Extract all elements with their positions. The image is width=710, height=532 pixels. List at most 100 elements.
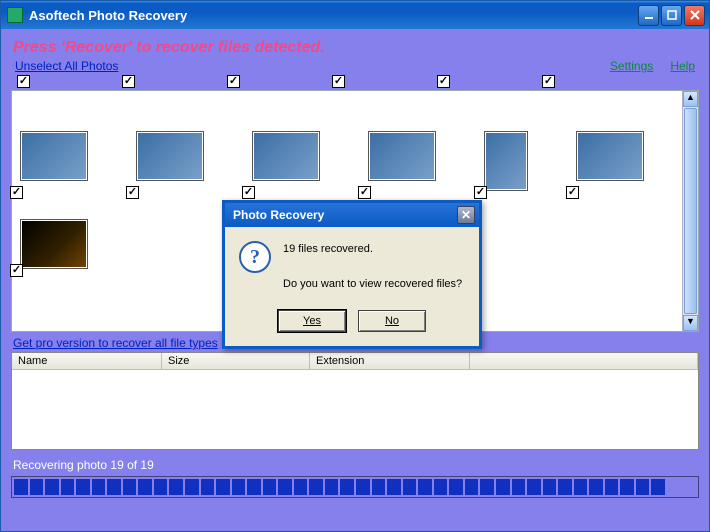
- progress-segment: [216, 479, 230, 495]
- close-icon: [690, 10, 700, 20]
- close-button[interactable]: [684, 5, 705, 26]
- top-links-row: Unselect All Photos Settings Help: [11, 59, 699, 73]
- dialog-title: Photo Recovery: [233, 208, 324, 222]
- app-icon: [7, 7, 23, 23]
- progress-segment: [434, 479, 448, 495]
- scroll-down-button[interactable]: ▼: [683, 315, 698, 331]
- progress-segment: [45, 479, 59, 495]
- progress-segment: [247, 479, 261, 495]
- progress-segment: [527, 479, 541, 495]
- progress-segment: [138, 479, 152, 495]
- progress-segment: [403, 479, 417, 495]
- help-link[interactable]: Help: [670, 59, 695, 73]
- progress-segment: [340, 479, 354, 495]
- thumb-row: ✓ ✓ ✓ ✓ ✓ ✓: [20, 131, 674, 191]
- progress-segment: [294, 479, 308, 495]
- no-button[interactable]: No: [358, 310, 426, 332]
- progress-segment: [123, 479, 137, 495]
- progress-segment: [372, 479, 386, 495]
- dialog-line1: 19 files recovered.: [283, 241, 462, 259]
- minimize-icon: [644, 10, 654, 20]
- checkbox[interactable]: ✓: [122, 75, 135, 88]
- table-header: Name Size Extension: [12, 353, 698, 370]
- file-table: Name Size Extension: [11, 352, 699, 450]
- minimize-button[interactable]: [638, 5, 659, 26]
- photo-thumbnail: [136, 131, 204, 181]
- progress-segment: [278, 479, 292, 495]
- list-item[interactable]: ✓: [484, 131, 528, 191]
- yes-label: Yes: [303, 315, 321, 327]
- progress-segment: [683, 479, 697, 495]
- list-item[interactable]: ✓: [368, 131, 436, 191]
- progress-segment: [107, 479, 121, 495]
- window-title: Asoftech Photo Recovery: [29, 8, 638, 23]
- progress-segment: [512, 479, 526, 495]
- list-item[interactable]: ✓: [136, 131, 204, 191]
- progress-segment: [356, 479, 370, 495]
- progress-segment: [589, 479, 603, 495]
- dialog-text: 19 files recovered. Do you want to view …: [283, 241, 462, 294]
- photo-thumbnail: [20, 219, 88, 269]
- dialog-body: ? 19 files recovered. Do you want to vie…: [225, 227, 479, 304]
- checkbox[interactable]: ✓: [542, 75, 555, 88]
- checkbox[interactable]: ✓: [566, 186, 579, 199]
- window-controls: [638, 5, 705, 26]
- pro-version-link[interactable]: Get pro version to recover all file type…: [13, 336, 218, 350]
- dialog-buttons: Yes No: [225, 304, 479, 346]
- progress-segment: [387, 479, 401, 495]
- photo-thumbnail: [20, 131, 88, 181]
- column-spacer: [470, 353, 698, 370]
- list-item[interactable]: ✓: [252, 131, 320, 191]
- dialog-titlebar: Photo Recovery ✕: [225, 203, 479, 227]
- progress-segment: [263, 479, 277, 495]
- column-name[interactable]: Name: [12, 353, 162, 370]
- progress-segment: [620, 479, 634, 495]
- progress-segment: [185, 479, 199, 495]
- checkbox[interactable]: ✓: [227, 75, 240, 88]
- progress-segment: [543, 479, 557, 495]
- checkbox[interactable]: ✓: [474, 186, 487, 199]
- checkbox[interactable]: ✓: [126, 186, 139, 199]
- column-extension[interactable]: Extension: [310, 353, 470, 370]
- photo-thumbnail: [484, 131, 528, 191]
- checkbox[interactable]: ✓: [10, 264, 23, 277]
- scroll-thumb[interactable]: [684, 108, 697, 314]
- progress-segment: [169, 479, 183, 495]
- progress-segment: [61, 479, 75, 495]
- no-label: No: [385, 315, 399, 327]
- progress-segment: [636, 479, 650, 495]
- scrollbar[interactable]: ▲ ▼: [682, 91, 698, 331]
- recovery-dialog: Photo Recovery ✕ ? 19 files recovered. D…: [222, 200, 482, 349]
- maximize-button[interactable]: [661, 5, 682, 26]
- top-checkbox-row: ✓ ✓ ✓ ✓ ✓ ✓: [11, 73, 699, 88]
- progress-segment: [154, 479, 168, 495]
- banner-text: Press 'Recover' to recover files detecte…: [13, 39, 699, 57]
- photo-thumbnail: [576, 131, 644, 181]
- scroll-up-button[interactable]: ▲: [683, 91, 698, 107]
- progress-segment: [309, 479, 323, 495]
- progress-segment: [480, 479, 494, 495]
- yes-button[interactable]: Yes: [278, 310, 346, 332]
- list-item[interactable]: ✓: [20, 131, 88, 191]
- list-item[interactable]: ✓: [20, 219, 88, 269]
- progress-segment: [232, 479, 246, 495]
- unselect-all-link[interactable]: Unselect All Photos: [15, 59, 118, 73]
- checkbox[interactable]: ✓: [358, 186, 371, 199]
- checkbox[interactable]: ✓: [437, 75, 450, 88]
- progress-segment: [496, 479, 510, 495]
- checkbox[interactable]: ✓: [17, 75, 30, 88]
- list-item[interactable]: ✓: [576, 131, 644, 191]
- progress-segment: [449, 479, 463, 495]
- photo-thumbnail: [368, 131, 436, 181]
- checkbox[interactable]: ✓: [10, 186, 23, 199]
- progress-segment: [30, 479, 44, 495]
- right-links: Settings Help: [596, 59, 695, 73]
- settings-link[interactable]: Settings: [610, 59, 653, 73]
- checkbox[interactable]: ✓: [332, 75, 345, 88]
- progress-segment: [418, 479, 432, 495]
- progress-segment: [667, 479, 681, 495]
- column-size[interactable]: Size: [162, 353, 310, 370]
- dialog-close-button[interactable]: ✕: [457, 206, 475, 224]
- checkbox[interactable]: ✓: [242, 186, 255, 199]
- status-text: Recovering photo 19 of 19: [13, 458, 697, 472]
